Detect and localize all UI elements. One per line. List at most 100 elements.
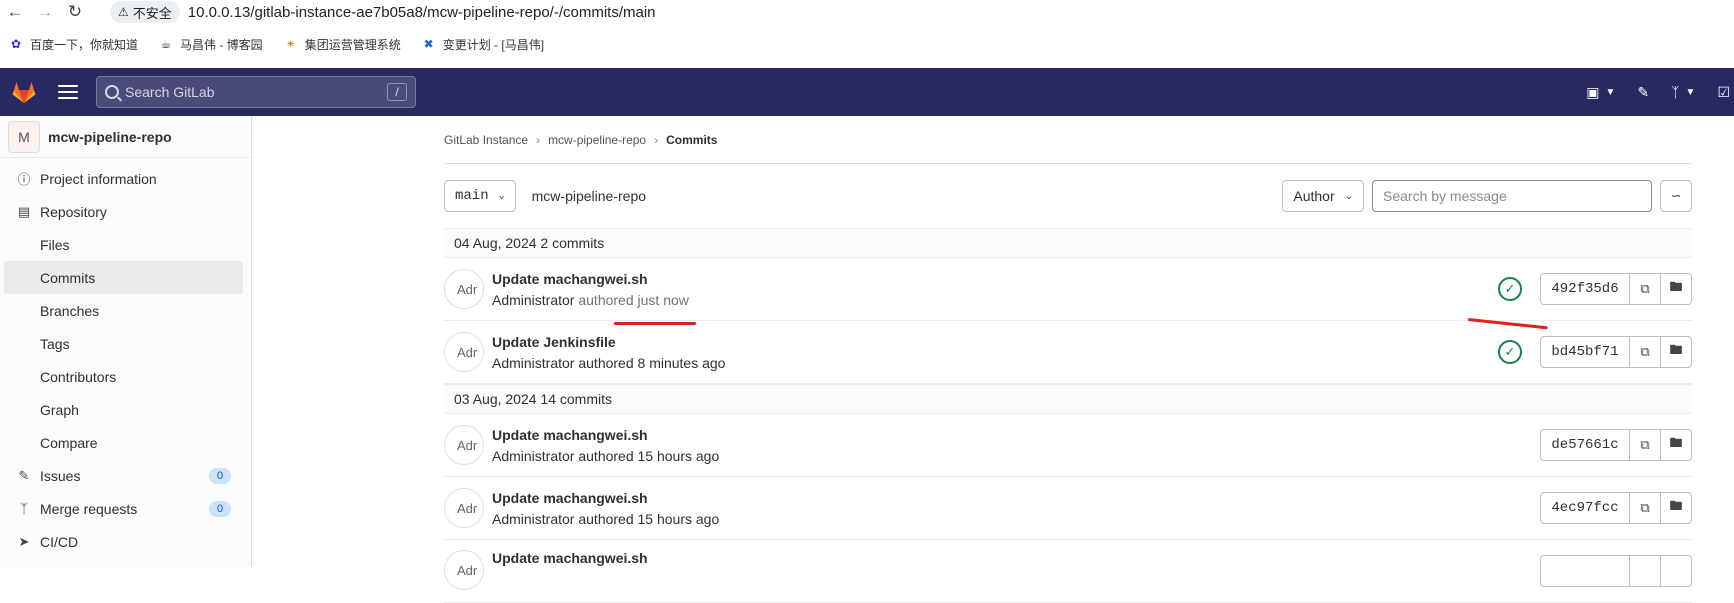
commit-author[interactable]: Administrator (492, 292, 574, 308)
browse-files-button[interactable]: 🖿 (1661, 492, 1692, 524)
breadcrumb-commits[interactable]: Commits (666, 133, 717, 147)
avatar[interactable]: Adr (444, 550, 484, 590)
sidebar-item-ci-cd[interactable]: ➤ CI/CD (0, 525, 251, 558)
commit-sha-group: bd45bf71 ⧉ 🖿 (1540, 336, 1692, 368)
project-avatar: M (8, 120, 40, 153)
sidebar-item-tags[interactable]: Tags (0, 327, 251, 360)
issues-icon: ✎ (18, 467, 30, 483)
branch-selector[interactable]: main ⌄ (444, 180, 516, 212)
bookmark-change-plan[interactable]: ✖ 变更计划 - [马昌伟] (421, 36, 544, 53)
commit-sha[interactable]: 492f35d6 (1540, 273, 1630, 305)
copy-sha-button[interactable] (1630, 555, 1661, 587)
insecure-badge[interactable]: ⚠ 不安全 (110, 1, 180, 23)
commit-sha[interactable]: de57661c (1540, 429, 1630, 461)
browse-files-button[interactable]: 🖿 (1661, 336, 1692, 368)
rss-feed-button[interactable]: ∽ (1660, 180, 1692, 212)
copy-sha-button[interactable]: ⧉ (1630, 336, 1661, 368)
commit-sha[interactable] (1540, 555, 1630, 587)
commit-title[interactable]: Update machangwei.sh (492, 550, 648, 566)
commit-meta: Administrator authored 8 minutes ago (492, 355, 725, 371)
reload-icon[interactable]: ↻ (60, 0, 90, 24)
copy-sha-button[interactable]: ⧉ (1630, 429, 1661, 461)
copy-icon: ⧉ (1640, 281, 1650, 296)
browse-files-button[interactable]: 🖿 (1661, 273, 1692, 305)
commit-sha[interactable]: bd45bf71 (1540, 336, 1630, 368)
commit-info: Update machangwei.sh (492, 550, 648, 566)
commit-meta: Administrator authored 15 hours ago (492, 511, 719, 527)
sidebar-item-repository[interactable]: ▤ Repository (0, 195, 251, 228)
address-bar[interactable]: ⚠ 不安全 10.0.0.13/gitlab-instance-ae7b05a8… (110, 0, 656, 24)
chevron-down-icon: ▼ (1605, 86, 1616, 98)
top-bar-actions: ▣ ▼ ✎ ᛉ ▼ ☑ (1586, 68, 1734, 116)
chevron-right-icon: › (654, 132, 659, 147)
breadcrumb-project[interactable]: mcw-pipeline-repo (548, 133, 646, 147)
bookmark-baidu[interactable]: ✿ 百度一下，你就知道 (8, 36, 138, 53)
issues-count-badge: 0 (209, 467, 231, 484)
author-dropdown[interactable]: Author ⌄ (1282, 180, 1364, 212)
chevron-right-icon: › (536, 132, 541, 147)
pipeline-passed-icon[interactable]: ✓ (1498, 277, 1522, 301)
forward-arrow-icon[interactable]: → (30, 0, 60, 24)
project-sidebar: M mcw-pipeline-repo ⓘ Project informatio… (0, 116, 252, 567)
sidebar-item-issues[interactable]: ✎ Issues 0 (0, 459, 251, 492)
commit-title[interactable]: Update Jenkinsfile (492, 334, 725, 350)
bookmarks-bar: ✿ 百度一下，你就知道 ☕ 马昌伟 - 博客园 ✴ 集团运营管理系统 ✖ 变更计… (0, 30, 1734, 58)
pipeline-passed-icon[interactable]: ✓ (1498, 340, 1522, 364)
todos-shortcut[interactable]: ☑ (1717, 84, 1730, 101)
copy-sha-button[interactable]: ⧉ (1630, 273, 1661, 305)
browse-files-button[interactable] (1661, 555, 1692, 587)
commit-info: Update machangwei.sh Administrator autho… (492, 271, 689, 308)
menu-icon[interactable] (58, 85, 78, 99)
issues-icon: ✎ (1637, 83, 1650, 100)
bookmark-cnblogs[interactable]: ☕ 马昌伟 - 博客园 (158, 36, 263, 53)
gitlab-logo-icon[interactable] (10, 78, 38, 106)
avatar[interactable]: Adr (444, 425, 484, 465)
avatar[interactable]: Adr (444, 488, 484, 528)
search-gitlab-input[interactable]: Search GitLab / (96, 76, 416, 108)
sidebar-item-commits[interactable]: Commits (4, 261, 243, 294)
commit-sha[interactable]: 4ec97fcc (1540, 492, 1630, 524)
gitlab-top-bar: Search GitLab / ▣ ▼ ✎ ᛉ ▼ ☑ (0, 68, 1734, 116)
main-content: GitLab Instance › mcw-pipeline-repo › Co… (444, 116, 1692, 603)
sidebar-item-compare[interactable]: Compare (0, 426, 251, 459)
issues-shortcut[interactable]: ✎ (1637, 84, 1649, 101)
project-name: mcw-pipeline-repo (48, 128, 172, 145)
back-arrow-icon[interactable]: ← (0, 0, 30, 24)
sidebar-item-files[interactable]: Files (0, 228, 251, 261)
commit-sha-group (1540, 555, 1692, 587)
commit-meta: Administrator authored just now (492, 292, 689, 308)
sidebar-item-graph[interactable]: Graph (0, 393, 251, 426)
search-shortcut-hint: / (387, 83, 407, 101)
sidebar-item-contributors[interactable]: Contributors (0, 360, 251, 393)
commit-info: Update Jenkinsfile Administrator authore… (492, 334, 725, 371)
sidebar-item-branches[interactable]: Branches (0, 294, 251, 327)
commit-title[interactable]: Update machangwei.sh (492, 427, 719, 443)
folder-open-icon: 🖿 (1669, 498, 1683, 513)
commit-sha-group: 492f35d6 ⧉ 🖿 (1540, 273, 1692, 305)
sparkle-icon: ✴ (285, 37, 296, 51)
merge-requests-dropdown[interactable]: ᛉ ▼ (1671, 84, 1695, 100)
sidebar-item-project-information[interactable]: ⓘ Project information (0, 162, 251, 195)
commit-day-header: 03 Aug, 2024 14 commits (444, 384, 1692, 414)
commit-title[interactable]: Update machangwei.sh (492, 490, 719, 506)
commit-author[interactable]: Administrator (492, 448, 574, 464)
browser-url-bar: ← → ↻ ⚠ 不安全 10.0.0.13/gitlab-instance-ae… (0, 0, 1734, 24)
commit-author[interactable]: Administrator (492, 511, 574, 527)
create-new-dropdown[interactable]: ▣ ▼ (1586, 84, 1615, 101)
sidebar-project-header[interactable]: M mcw-pipeline-repo (0, 116, 251, 158)
commit-author[interactable]: Administrator (492, 355, 574, 371)
sidebar-item-merge-requests[interactable]: ᛉ Merge requests 0 (0, 492, 251, 525)
chevron-down-icon: ⌄ (1344, 190, 1353, 202)
avatar[interactable]: Adr (444, 269, 484, 309)
copy-sha-button[interactable]: ⧉ (1630, 492, 1661, 524)
path-breadcrumb[interactable]: mcw-pipeline-repo (532, 188, 646, 204)
commit-title[interactable]: Update machangwei.sh (492, 271, 689, 287)
avatar[interactable]: Adr (444, 332, 484, 372)
search-by-message-input[interactable]: Search by message (1372, 180, 1652, 212)
browse-files-button[interactable]: 🖿 (1661, 429, 1692, 461)
book-icon: ▤ (17, 203, 31, 219)
bookmark-ops-system[interactable]: ✴ 集团运营管理系统 (283, 36, 401, 53)
confluence-icon: ✖ (423, 37, 434, 51)
breadcrumb-gitlab-instance[interactable]: GitLab Instance (444, 133, 528, 147)
commit-day-header: 04 Aug, 2024 2 commits (444, 228, 1692, 258)
